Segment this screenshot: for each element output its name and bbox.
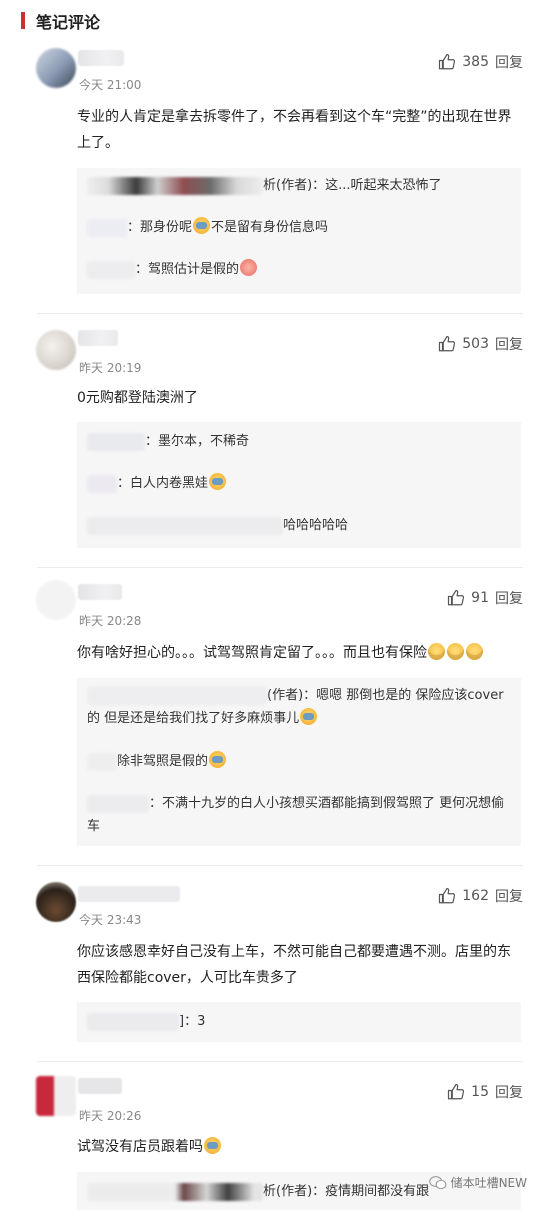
reply-text: ：墨尔本，不稀奇 (145, 434, 250, 449)
reply-text: 哈哈哈哈哈 (283, 518, 349, 533)
avatar[interactable] (36, 882, 76, 922)
reply-button[interactable]: 回复 (495, 52, 523, 72)
reply-author-blurred (87, 686, 267, 705)
username-blurred[interactable] (78, 886, 180, 902)
comment-text-content: 试驾没有店员跟着吗 (77, 1139, 203, 1155)
comments-header: 笔记评论 (0, 0, 543, 40)
comment-text: 你应该感恩幸好自己没有上车，不然可能自己都要遭遇不测。店里的东西保险都能cove… (77, 944, 511, 986)
laugh-emoji-icon (466, 643, 483, 660)
comment-time: 今天 23:43 (79, 913, 142, 927)
reply-text: ：那身份呢 (127, 220, 193, 235)
reply-item[interactable]: ：那身份呢 不是留有身份信息吗 (87, 216, 511, 239)
reply-author-blurred (87, 1182, 263, 1201)
comment-item: 今天 23:43 162 回复 你应该感恩幸好自己没有上车，不然可能自己都要遭遇… (0, 866, 543, 1062)
thumbs-up-icon (439, 335, 456, 352)
reply-item[interactable]: ：不满十九岁的白人小孩想买酒都能搞到假驾照了 更何况想偷车 (87, 792, 511, 838)
reply-author-blurred (87, 176, 263, 195)
divider (37, 313, 523, 314)
reply-text: 析(作者)：这...听起来太恐怖了 (263, 178, 442, 193)
avatar[interactable] (36, 580, 76, 620)
reply-list: 析(作者)：这...听起来太恐怖了 ：那身份呢 不是留有身份信息吗 ：驾照估计是假… (77, 168, 521, 294)
laugh-emoji-icon (428, 643, 445, 660)
avatar[interactable] (36, 330, 76, 370)
comment-item: 昨天 20:19 503 回复 0元购都登陆澳洲了 ：墨尔本，不稀奇 ：白人内卷… (0, 318, 543, 568)
like-count: 91 (471, 590, 489, 606)
like-button[interactable]: 503 回复 (438, 334, 523, 354)
header-accent-bar (21, 12, 25, 29)
reply-author-blurred (87, 1012, 179, 1031)
page-title: 笔记评论 (36, 13, 101, 32)
crying-emoji-icon (209, 473, 227, 490)
username-blurred[interactable] (78, 1078, 122, 1094)
like-button[interactable]: 162 回复 (438, 886, 523, 906)
thumbs-up-icon (439, 887, 456, 904)
comment-text-content: 你有啥好担心的。。。试驾驾照肯定留了。。。而且也有保险 (77, 645, 427, 661)
reply-text: 除非驾照是假的 (117, 754, 209, 769)
pig-emoji-icon (240, 259, 258, 276)
thumbs-up-icon (448, 589, 465, 606)
reply-author-blurred (87, 474, 117, 493)
like-count: 503 (462, 336, 489, 352)
reply-button[interactable]: 回复 (495, 886, 523, 906)
reply-author-blurred (87, 260, 135, 279)
avatar[interactable] (36, 48, 76, 88)
reply-item[interactable]: 析(作者)：这...听起来太恐怖了 (87, 174, 511, 197)
reply-button[interactable]: 回复 (495, 588, 523, 608)
reply-button[interactable]: 回复 (495, 334, 523, 354)
reply-author-blurred (87, 752, 117, 771)
reply-item[interactable]: ：驾照估计是假的 (87, 258, 511, 281)
crying-emoji-icon (204, 1137, 221, 1154)
crying-emoji-icon (209, 751, 227, 768)
reply-button[interactable]: 回复 (495, 1082, 523, 1102)
comment-time: 昨天 20:26 (79, 1109, 142, 1123)
comment-text: 0元购都登陆澳洲了 (77, 390, 198, 406)
reply-author-blurred (87, 516, 283, 535)
thumbs-up-icon (448, 1083, 465, 1100)
thumbs-up-icon (439, 53, 456, 70)
watermark: 储本吐槽NEW (428, 1174, 527, 1191)
reply-list: ]：3 (77, 1002, 521, 1042)
like-button[interactable]: 385 回复 (438, 52, 523, 72)
comment-time: 昨天 20:19 (79, 361, 142, 375)
reply-item[interactable]: ]：3 (87, 1010, 511, 1033)
comment-text: 专业的人肯定是拿去拆零件了，不会再看到这个车“完整”的出现在世界上了。 (77, 109, 512, 151)
comment-text: 你有啥好担心的。。。试驾驾照肯定留了。。。而且也有保险 (77, 640, 517, 666)
like-button[interactable]: 91 回复 (447, 588, 523, 608)
reply-list: (作者)：嗯嗯 那倒也是的 保险应该cover的 但是还是给我们找了好多麻烦事儿… (77, 678, 521, 846)
laugh-emoji-icon (447, 643, 464, 660)
reply-text: ：不满十九岁的白人小孩想买酒都能搞到假驾照了 更何况想偷车 (87, 796, 505, 834)
like-button[interactable]: 15 回复 (447, 1082, 523, 1102)
reply-text-tail: 不是留有身份信息吗 (211, 220, 329, 235)
reply-item[interactable]: 除非驾照是假的 (87, 750, 511, 773)
avatar[interactable] (36, 1076, 76, 1116)
comment-time: 今天 21:00 (79, 78, 142, 92)
wechat-logo-icon (428, 1175, 446, 1189)
reply-item[interactable]: ：白人内卷黑娃 (87, 472, 511, 495)
like-count: 15 (471, 1084, 489, 1100)
reply-item[interactable]: ：墨尔本，不稀奇 (87, 430, 511, 453)
reply-text: ：驾照估计是假的 (135, 262, 240, 277)
crying-emoji-icon (193, 217, 211, 234)
username-blurred[interactable] (78, 50, 124, 66)
reply-author-blurred (87, 794, 149, 813)
reply-item[interactable]: 哈哈哈哈哈 (87, 514, 511, 537)
like-count: 162 (462, 888, 489, 904)
comment-text: 试驾没有店员跟着吗 (77, 1134, 517, 1160)
reply-text: 析(作者)：疫情期间都没有跟 (263, 1184, 430, 1199)
watermark-text: 储本吐槽NEW (450, 1176, 527, 1190)
comment-item: 昨天 20:28 91 回复 你有啥好担心的。。。试驾驾照肯定留了。。。而且也有… (0, 568, 543, 866)
reply-text: ：白人内卷黑娃 (117, 476, 209, 491)
comment-item: 今天 21:00 385 回复 专业的人肯定是拿去拆零件了，不会再看到这个车“完… (0, 40, 543, 318)
reply-item[interactable]: (作者)：嗯嗯 那倒也是的 保险应该cover的 但是还是给我们找了好多麻烦事儿 (87, 684, 511, 730)
like-count: 385 (462, 54, 489, 70)
crying-emoji-icon (300, 708, 318, 725)
reply-author-blurred (87, 218, 127, 237)
comment-time: 昨天 20:28 (79, 614, 142, 628)
reply-author-blurred (87, 432, 145, 451)
username-blurred[interactable] (78, 330, 118, 346)
reply-list: ：墨尔本，不稀奇 ：白人内卷黑娃 哈哈哈哈哈 (77, 422, 521, 548)
reply-text: ]：3 (179, 1014, 206, 1029)
username-blurred[interactable] (78, 584, 122, 600)
